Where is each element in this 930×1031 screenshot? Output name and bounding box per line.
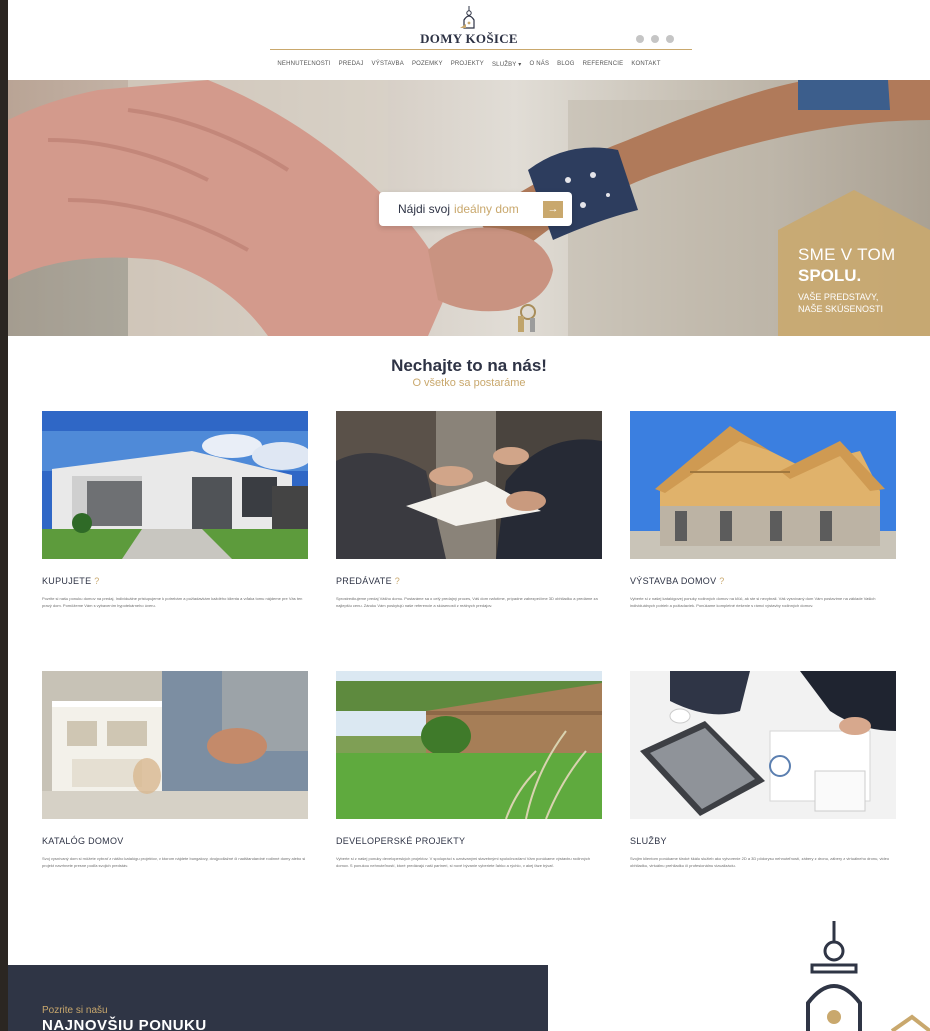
card-title: DEVELOPERSKÉ PROJEKTY bbox=[336, 836, 466, 846]
card-title: KATALÓG DOMOV bbox=[42, 836, 124, 846]
nav-item-nehnutelnosti[interactable]: NEHNUTEĽNOSTI bbox=[277, 61, 330, 68]
badge-line1: SME V TOM bbox=[798, 245, 896, 264]
architecture-model-photo bbox=[42, 671, 308, 819]
nav-item-kontakt[interactable]: KONTAKT bbox=[631, 61, 660, 68]
nav-item-pozemky[interactable]: POZEMKY bbox=[412, 61, 443, 68]
card-katalog[interactable]: KATALÓG DOMOV Svoj vysnívaný dom si môže… bbox=[42, 671, 308, 869]
card-title: KUPUJETE ? bbox=[42, 576, 100, 586]
card-description: Pozrite si našu ponuku domov na predaj. … bbox=[42, 596, 303, 608]
office-desk-photo bbox=[630, 671, 896, 819]
nav-item-sluzby[interactable]: SLUŽBY ▾ bbox=[492, 61, 522, 68]
mail-icon[interactable] bbox=[636, 35, 644, 43]
badge-line4: NAŠE SKÚSENOSTI bbox=[798, 304, 884, 314]
latest-offer-kicker: Pozrite si našu bbox=[42, 1005, 108, 1016]
house-construction-photo bbox=[630, 411, 896, 559]
social-links bbox=[636, 35, 674, 43]
church-tower-logo-icon bbox=[460, 6, 475, 29]
card-predavate[interactable]: PREDÁVATE ? Sprostredkujeme predaj Vášho… bbox=[336, 411, 602, 609]
badge-line2: SPOLU. bbox=[798, 266, 862, 285]
nav-item-predaj[interactable]: PREDAJ bbox=[339, 61, 364, 68]
card-image[interactable] bbox=[630, 411, 896, 559]
nav-item-projekty[interactable]: PROJEKTY bbox=[451, 61, 484, 68]
header-divider bbox=[270, 49, 692, 50]
card-description: Sprostredkujeme predaj Vášho domu. Posta… bbox=[336, 596, 598, 608]
card-image[interactable] bbox=[630, 671, 896, 819]
card-description: Vyberte si z našej katalógovej ponuky ro… bbox=[630, 596, 876, 608]
badge-line3: VAŠE PREDSTAVY, bbox=[798, 292, 879, 302]
card-kupujete[interactable]: KUPUJETE ? Pozrite si našu ponuku domov … bbox=[42, 411, 308, 609]
card-description: Vyberte si z našej ponuky developerských… bbox=[336, 856, 591, 868]
modern-house-photo bbox=[42, 411, 308, 559]
card-description: Svojim klientom ponúkame široké škálu sl… bbox=[630, 856, 890, 868]
latest-offer-title: NAJNOVŠIU PONUKU bbox=[42, 1017, 207, 1031]
nav-item-o-nas[interactable]: O NÁS bbox=[529, 61, 549, 68]
card-image[interactable] bbox=[42, 671, 308, 819]
search-cta[interactable]: Nájdi svoj ideálny dom → bbox=[379, 192, 572, 226]
search-accent: ideálny dom bbox=[454, 202, 519, 216]
card-title: PREDÁVATE ? bbox=[336, 576, 401, 586]
card-description: Svoj vysnívaný dom si môžete vybrať z ná… bbox=[42, 856, 306, 868]
card-image[interactable] bbox=[336, 411, 602, 559]
card-sluzby[interactable]: SLUŽBY Svojim klientom ponúkame široké š… bbox=[630, 671, 896, 869]
facebook-icon[interactable] bbox=[651, 35, 659, 43]
logo[interactable]: DOMY KOŠICE bbox=[8, 6, 930, 48]
search-arrow-button[interactable]: → bbox=[543, 201, 563, 218]
main-nav: NEHNUTEĽNOSTI PREDAJ VÝSTAVBA POZEMKY PR… bbox=[8, 61, 930, 68]
brand-name: DOMY KOŠICE bbox=[420, 31, 518, 46]
card-title: SLUŽBY bbox=[630, 836, 667, 846]
hero-banner: Nájdi svoj ideálny dom → SME V TOM SPOLU… bbox=[8, 80, 930, 336]
card-developerske[interactable]: DEVELOPERSKÉ PROJEKTY Vyberte si z našej… bbox=[336, 671, 602, 869]
slogan-badge: SME V TOM SPOLU. VAŠE PREDSTAVY, NAŠE SK… bbox=[778, 190, 930, 336]
section-title: Nechajte to na nás! bbox=[391, 356, 547, 375]
garden-photo bbox=[336, 671, 602, 819]
instagram-icon[interactable] bbox=[666, 35, 674, 43]
card-image[interactable] bbox=[42, 411, 308, 559]
nav-item-blog[interactable]: BLOG bbox=[557, 61, 574, 68]
section-subtitle: O všetko sa postaráme bbox=[412, 377, 526, 389]
card-vystavba[interactable]: VÝSTAVBA DOMOV ? Vyberte si z našej kata… bbox=[630, 411, 896, 609]
card-title: VÝSTAVBA DOMOV ? bbox=[630, 576, 725, 586]
card-image[interactable] bbox=[336, 671, 602, 819]
church-tower-icon bbox=[806, 921, 930, 1031]
nav-item-vystavba[interactable]: VÝSTAVBA bbox=[372, 61, 404, 68]
page: DOMY KOŠICE NEHNUTEĽNOSTI PREDAJ VÝSTAVB… bbox=[8, 0, 930, 1031]
latest-offer-banner[interactable]: Pozrite si našu NAJNOVŠIU PONUKU bbox=[8, 965, 548, 1031]
business-meeting-photo bbox=[336, 411, 602, 559]
search-prefix: Nájdi svoj bbox=[398, 202, 451, 216]
nav-item-referencie[interactable]: REFERENCIE bbox=[583, 61, 624, 68]
